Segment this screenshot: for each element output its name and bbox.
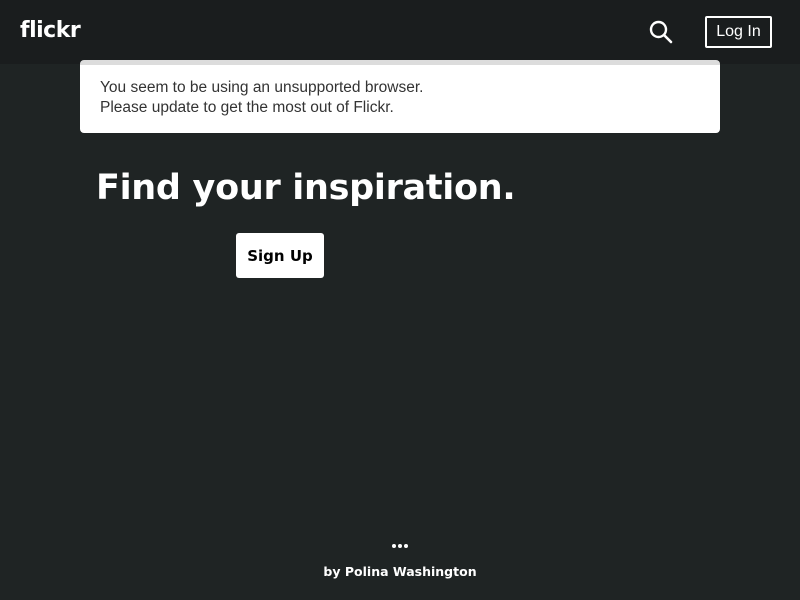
- hero-title: Find your inspiration.: [96, 168, 516, 208]
- more-options-button[interactable]: [388, 540, 412, 552]
- more-dots-icon: [398, 544, 402, 548]
- flickr-logo[interactable]: flickr: [20, 17, 81, 45]
- login-button[interactable]: Log In: [705, 16, 772, 48]
- more-dots-icon: [392, 544, 396, 548]
- top-navigation-bar: flickr Log In: [0, 0, 800, 64]
- notice-line-2: Please update to get the most out of Fli…: [100, 99, 394, 116]
- photo-credit: by Polina Washington: [0, 564, 800, 579]
- search-button[interactable]: [648, 19, 674, 45]
- signup-button[interactable]: Sign Up: [236, 233, 324, 278]
- more-dots-icon: [404, 544, 408, 548]
- search-icon: [649, 20, 673, 44]
- unsupported-browser-notice: You seem to be using an unsupported brow…: [80, 60, 720, 133]
- credit-prefix: by: [323, 564, 341, 579]
- notice-line-1: You seem to be using an unsupported brow…: [100, 79, 424, 96]
- photo-author-link[interactable]: Polina Washington: [345, 564, 477, 579]
- page: flickr Log In You seem to be using an un…: [0, 0, 800, 600]
